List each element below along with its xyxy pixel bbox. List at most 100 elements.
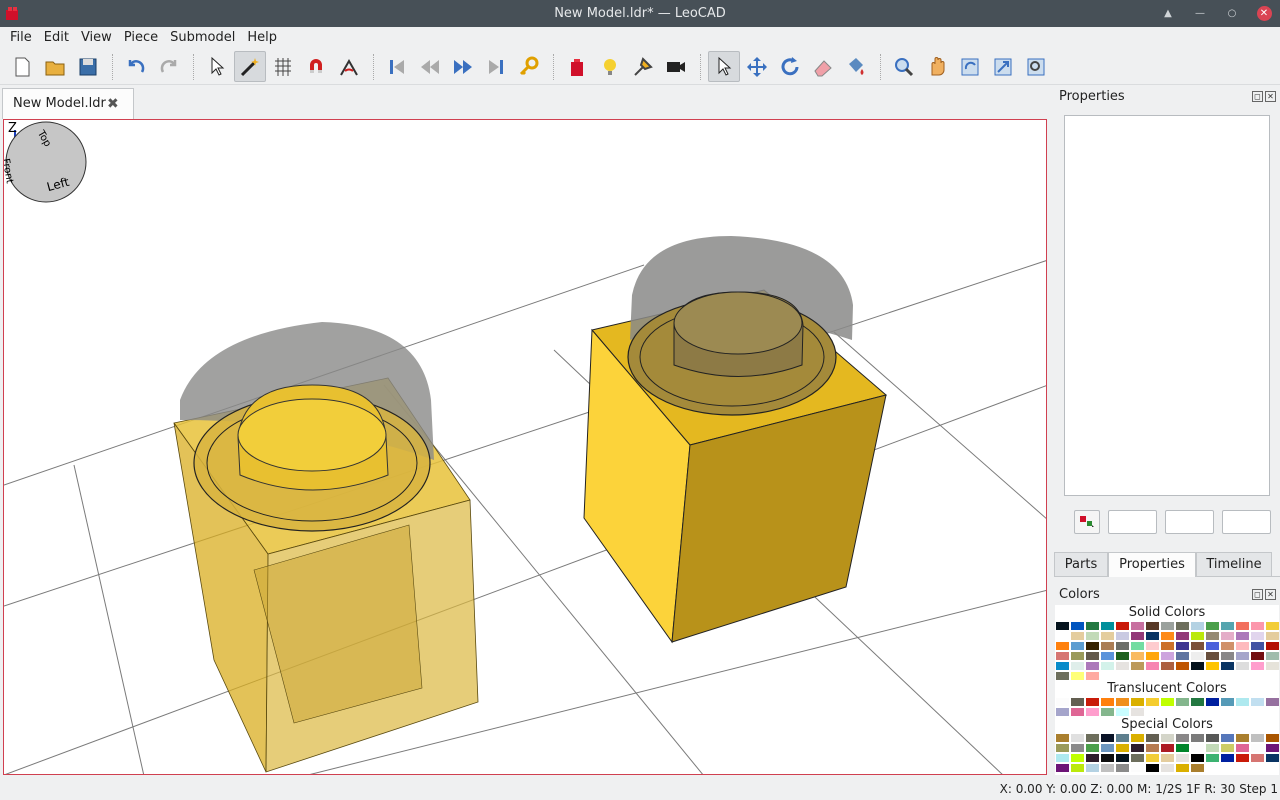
- color-swatch[interactable]: [1220, 661, 1235, 671]
- color-swatch[interactable]: [1130, 707, 1145, 717]
- color-swatch[interactable]: [1130, 641, 1145, 651]
- color-swatch[interactable]: [1175, 733, 1190, 743]
- color-swatch[interactable]: [1085, 661, 1100, 671]
- color-swatch[interactable]: [1115, 697, 1130, 707]
- color-swatch[interactable]: [1070, 641, 1085, 651]
- color-swatch[interactable]: [1175, 651, 1190, 661]
- color-swatch[interactable]: [1055, 753, 1070, 763]
- color-swatch[interactable]: [1160, 697, 1175, 707]
- menu-submodel[interactable]: Submodel: [164, 27, 241, 49]
- redo-button[interactable]: [153, 51, 185, 82]
- color-swatch[interactable]: [1055, 707, 1070, 717]
- paint-button[interactable]: [840, 51, 872, 82]
- color-swatch[interactable]: [1130, 753, 1145, 763]
- color-swatch[interactable]: [1070, 651, 1085, 661]
- eraser-button[interactable]: [807, 51, 839, 82]
- color-swatch[interactable]: [1175, 697, 1190, 707]
- color-swatch[interactable]: [1100, 631, 1115, 641]
- color-swatch[interactable]: [1235, 753, 1250, 763]
- color-swatch[interactable]: [1205, 621, 1220, 631]
- color-swatch[interactable]: [1055, 697, 1070, 707]
- color-swatch[interactable]: [1100, 763, 1115, 773]
- color-swatch[interactable]: [1145, 661, 1160, 671]
- color-swatch[interactable]: [1085, 671, 1100, 681]
- color-swatch[interactable]: [1220, 743, 1235, 753]
- color-swatch[interactable]: [1265, 621, 1279, 631]
- color-swatch[interactable]: [1055, 661, 1070, 671]
- menu-edit[interactable]: Edit: [38, 27, 75, 49]
- colors-float-icon[interactable]: ◻: [1252, 589, 1263, 600]
- color-swatch[interactable]: [1190, 697, 1205, 707]
- color-swatch[interactable]: [1055, 671, 1070, 681]
- color-swatch[interactable]: [1130, 763, 1145, 773]
- key-button[interactable]: [513, 51, 545, 82]
- color-swatch[interactable]: [1235, 733, 1250, 743]
- select-tool-button[interactable]: [708, 51, 740, 82]
- color-swatch[interactable]: [1265, 733, 1279, 743]
- color-picker-button[interactable]: [1074, 510, 1100, 534]
- color-swatch[interactable]: [1250, 631, 1265, 641]
- minimize-button[interactable]: —: [1184, 0, 1216, 27]
- color-swatch[interactable]: [1115, 651, 1130, 661]
- color-swatch[interactable]: [1220, 621, 1235, 631]
- color-swatch[interactable]: [1100, 743, 1115, 753]
- color-swatch[interactable]: [1055, 631, 1070, 641]
- color-swatch[interactable]: [1265, 631, 1279, 641]
- open-folder-button[interactable]: [39, 51, 71, 82]
- color-swatch[interactable]: [1130, 697, 1145, 707]
- color-swatch[interactable]: [1115, 753, 1130, 763]
- color-swatch[interactable]: [1235, 641, 1250, 651]
- color-swatch[interactable]: [1265, 661, 1279, 671]
- 3d-viewport[interactable]: Z Y X Top Left Front: [3, 119, 1047, 775]
- color-swatch[interactable]: [1190, 641, 1205, 651]
- color-swatch[interactable]: [1100, 661, 1115, 671]
- rotate-tool-button[interactable]: [774, 51, 806, 82]
- color-swatch[interactable]: [1160, 661, 1175, 671]
- color-swatch[interactable]: [1220, 651, 1235, 661]
- color-swatch[interactable]: [1130, 621, 1145, 631]
- menu-view[interactable]: View: [75, 27, 118, 49]
- color-swatch[interactable]: [1175, 641, 1190, 651]
- color-swatch[interactable]: [1205, 631, 1220, 641]
- color-swatch[interactable]: [1235, 697, 1250, 707]
- color-swatch[interactable]: [1100, 733, 1115, 743]
- color-swatch[interactable]: [1085, 631, 1100, 641]
- color-swatch[interactable]: [1115, 661, 1130, 671]
- color-swatch[interactable]: [1250, 621, 1265, 631]
- color-swatch[interactable]: [1175, 661, 1190, 671]
- color-swatch[interactable]: [1070, 753, 1085, 763]
- color-swatch[interactable]: [1250, 651, 1265, 661]
- color-swatch[interactable]: [1205, 753, 1220, 763]
- first-step-button[interactable]: [381, 51, 413, 82]
- color-swatch[interactable]: [1115, 763, 1130, 773]
- color-swatch[interactable]: [1130, 651, 1145, 661]
- color-swatch[interactable]: [1205, 733, 1220, 743]
- color-swatch[interactable]: [1070, 631, 1085, 641]
- color-swatch[interactable]: [1130, 733, 1145, 743]
- color-swatch[interactable]: [1070, 621, 1085, 631]
- color-swatch[interactable]: [1220, 631, 1235, 641]
- property-field-1[interactable]: [1108, 510, 1157, 534]
- tab-properties[interactable]: Properties: [1108, 552, 1196, 577]
- color-swatch[interactable]: [1055, 651, 1070, 661]
- color-swatch[interactable]: [1265, 651, 1279, 661]
- color-swatch[interactable]: [1130, 631, 1145, 641]
- magic-wand-button[interactable]: [234, 51, 266, 82]
- close-dock-icon[interactable]: ✕: [1265, 91, 1276, 102]
- color-swatch[interactable]: [1205, 641, 1220, 651]
- color-swatch[interactable]: [1160, 753, 1175, 763]
- color-swatch[interactable]: [1100, 753, 1115, 763]
- orbit-button[interactable]: [954, 51, 986, 82]
- color-swatch[interactable]: [1175, 753, 1190, 763]
- color-swatch[interactable]: [1145, 651, 1160, 661]
- color-swatch[interactable]: [1145, 697, 1160, 707]
- color-swatch[interactable]: [1235, 661, 1250, 671]
- color-swatch[interactable]: [1085, 651, 1100, 661]
- color-swatch[interactable]: [1205, 661, 1220, 671]
- color-swatch[interactable]: [1070, 661, 1085, 671]
- color-swatch[interactable]: [1175, 621, 1190, 631]
- color-swatch[interactable]: [1160, 743, 1175, 753]
- color-swatch[interactable]: [1130, 743, 1145, 753]
- maximize-button[interactable]: ○: [1216, 0, 1248, 27]
- pan-button[interactable]: [921, 51, 953, 82]
